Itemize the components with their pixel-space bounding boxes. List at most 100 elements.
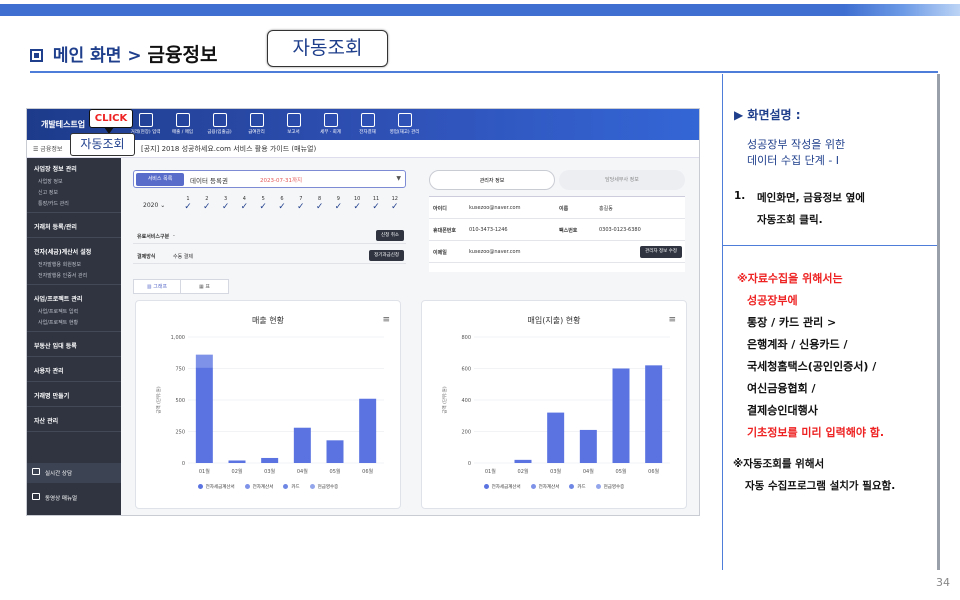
nav-item-1[interactable]: 매출 / 매입: [164, 111, 201, 135]
legend-item[interactable]: 현금영수증: [309, 484, 338, 490]
sidebar-item[interactable]: 사업/프로젝트 입력: [27, 306, 121, 317]
title-prefix: 메인 화면 >: [52, 46, 142, 66]
month-check-3[interactable]: 3 ✓: [217, 196, 235, 212]
tab-table[interactable]: ▦ 표: [181, 279, 229, 294]
legend-dot-icon: [309, 484, 315, 489]
sidebar-section-0[interactable]: 사업장 정보 관리: [27, 158, 121, 176]
legend-item[interactable]: 전자세금계산서: [197, 484, 235, 490]
sidebar-section-4[interactable]: 부동산 임대 등록: [27, 335, 121, 353]
check-icon: ✓: [315, 202, 324, 212]
legend-dot-icon: [569, 484, 575, 489]
y-tick-label: 250: [175, 430, 185, 436]
service-value: 데이터 등록권: [190, 177, 228, 185]
nav-item-4[interactable]: 보고서: [275, 111, 312, 135]
bar-4-0: [293, 427, 311, 463]
sidebar-item[interactable]: 통장/카드 관리: [27, 198, 121, 209]
legend-item[interactable]: 전자계산서: [530, 484, 559, 490]
sidebar-item[interactable]: 사업/프로젝트 현황: [27, 317, 121, 328]
nav-label: 거래(현장) 입력: [130, 130, 161, 135]
month-check-6[interactable]: 6 ✓: [273, 196, 291, 212]
cell-header: 이메일: [433, 250, 447, 256]
check-icon: ✓: [203, 202, 211, 212]
nav-item-3[interactable]: 급여관리: [238, 111, 275, 135]
sidebar-live-chat[interactable]: 실시간 상담: [27, 463, 121, 483]
y-tick-label: 1,000: [171, 335, 185, 341]
purchase-chart: 0 200 400 600 800 금액 (단위:원) 01월 02월 03월 04월 05월 06월: [441, 335, 670, 475]
month-check-12[interactable]: 12 ✓: [386, 196, 404, 212]
manager-table: 아이디 kusezoo@naver.com 이름 홍길동 휴대폰번호 010-3…: [429, 196, 685, 272]
cancel-application-button[interactable]: 신청 취소: [376, 230, 404, 241]
description-notes: ※자료수집을 위해서는 성공장부에 통장 / 카드 관리 > 은행계좌 / 신용카드 …: [723, 246, 939, 568]
tab-table-label: 표: [205, 284, 210, 290]
sidebar-section-1[interactable]: 거래처 등록/관리: [27, 216, 121, 234]
bar-1-1: [195, 354, 213, 368]
y-tick-label: 200: [461, 430, 471, 436]
month-check-9[interactable]: 9 ✓: [329, 196, 347, 212]
month-check-7[interactable]: 7 ✓: [292, 196, 310, 212]
legend-item[interactable]: 전자세금계산서: [483, 484, 521, 490]
sidebar-section-3[interactable]: 사업/프로젝트 관리: [27, 288, 121, 306]
page-number: 34: [936, 576, 950, 589]
sidebar-section-7[interactable]: 자산 관리: [27, 410, 121, 428]
subscribe-button[interactable]: 정기과금신청: [369, 250, 404, 261]
cell-value: kusezoo@naver.com: [469, 249, 521, 255]
nav-item-6[interactable]: 전자결재: [349, 111, 386, 135]
sidebar-section-6[interactable]: 거래명 만들기: [27, 385, 121, 403]
sidebar-item[interactable]: 전자발행용 인증서 관리: [27, 270, 121, 281]
month-check-4[interactable]: 4 ✓: [235, 196, 253, 212]
cell-value: kusezoo@naver.com: [469, 205, 521, 211]
nav-item-7[interactable]: 영업(재고) 관리: [386, 111, 423, 135]
sidebar-video-manual[interactable]: 동영상 매뉴얼: [27, 488, 121, 508]
note1-line: 은행계좌 / 신용카드 /: [747, 338, 848, 351]
nav-item-5[interactable]: 세무 · 회계: [312, 111, 349, 135]
sidebar-section-5[interactable]: 사용자 관리: [27, 360, 121, 378]
auto-lookup-callout[interactable]: 자동조회: [70, 133, 135, 156]
legend-dot-icon: [244, 484, 250, 489]
legend-item[interactable]: 현금영수증: [595, 484, 625, 490]
year-select[interactable]: 2020 ⌄: [143, 202, 165, 209]
sidebar-item[interactable]: 전자발행용 회원정보: [27, 259, 121, 270]
legend-item[interactable]: 전자계산서: [244, 484, 274, 490]
month-check-5[interactable]: 5 ✓: [254, 196, 272, 212]
edit-manager-button[interactable]: 관리자 정보 수정: [640, 246, 682, 258]
square-icon: [30, 49, 43, 62]
month-checklist: 2020 ⌄ 1 ✓ 2 ✓ 3 ✓ 4 ✓ 5 ✓ 6 ✓ 7 ✓ 8 ✓ 9 ✓ 10 ✓ 11 ✓ 12 ✓: [133, 194, 406, 220]
bar-6-0: [359, 398, 377, 463]
submenu-label: 금융정보: [40, 146, 63, 153]
tab-tax-accountant-info[interactable]: 담당세무사 정보: [559, 170, 685, 190]
service-row-type: 유료서비스구분 - 신청 취소: [133, 228, 406, 244]
sidebar-item[interactable]: 사업장 정보: [27, 176, 121, 187]
service-select[interactable]: 서비스 목록 데이터 등록권 2023-07-31까지 ▼: [133, 170, 406, 188]
sidebar-divider: [27, 406, 121, 407]
legend-item[interactable]: 카드: [283, 484, 300, 490]
click-callout: CLICK: [89, 109, 133, 134]
app-screenshot: 개발테스트업 거래(현장) 입력 매출 / 매입 금융(입출금) 급여관리 보고서 세무 …: [26, 108, 700, 516]
month-check-8[interactable]: 8 ✓: [311, 196, 329, 212]
sidebar-divider: [27, 431, 121, 432]
cell-header: 이름: [559, 206, 569, 212]
sidebar-section-2[interactable]: 전자(세금)계산서 설정: [27, 241, 121, 259]
view-tabs: ▥ 그래프 ▦ 표: [133, 279, 229, 294]
description-panel: ▶ 화면설명 : 성공장부 작성을 위한 데이터 수집 단계 - Ⅰ 1. 메인…: [722, 74, 939, 570]
month-check-10[interactable]: 10 ✓: [348, 196, 366, 212]
tab-manager-info[interactable]: 관리자 정보: [429, 170, 555, 190]
nav-icon: [175, 113, 190, 127]
nav-icon: [286, 113, 301, 127]
check-icon: ✓: [259, 202, 267, 212]
title-box: 자동조회: [267, 30, 388, 67]
month-check-2[interactable]: 2 ✓: [198, 196, 216, 212]
submenu-finance[interactable]: ☰ 금융정보: [33, 144, 62, 153]
live-chat-label: 실시간 상담: [45, 471, 73, 477]
cell-value: 홍길동: [599, 206, 613, 212]
nav-item-2[interactable]: 금융(입출금): [201, 111, 238, 135]
x-tick-label: 06월: [648, 468, 659, 475]
legend-label: 전자계산서: [252, 485, 274, 490]
notice-text[interactable]: [공지] 2018 성공하세요.com 서비스 활용 가이드 (매뉴얼): [141, 144, 316, 154]
legend-label: 현금영수증: [603, 485, 625, 490]
tab-graph[interactable]: ▥ 그래프: [133, 279, 181, 294]
month-check-1[interactable]: 1 ✓: [179, 196, 197, 212]
nav-label: 매출 / 매입: [172, 130, 193, 135]
month-check-11[interactable]: 11 ✓: [367, 196, 385, 212]
sidebar-item[interactable]: 신고 정보: [27, 187, 121, 198]
legend-item[interactable]: 카드: [569, 484, 586, 490]
